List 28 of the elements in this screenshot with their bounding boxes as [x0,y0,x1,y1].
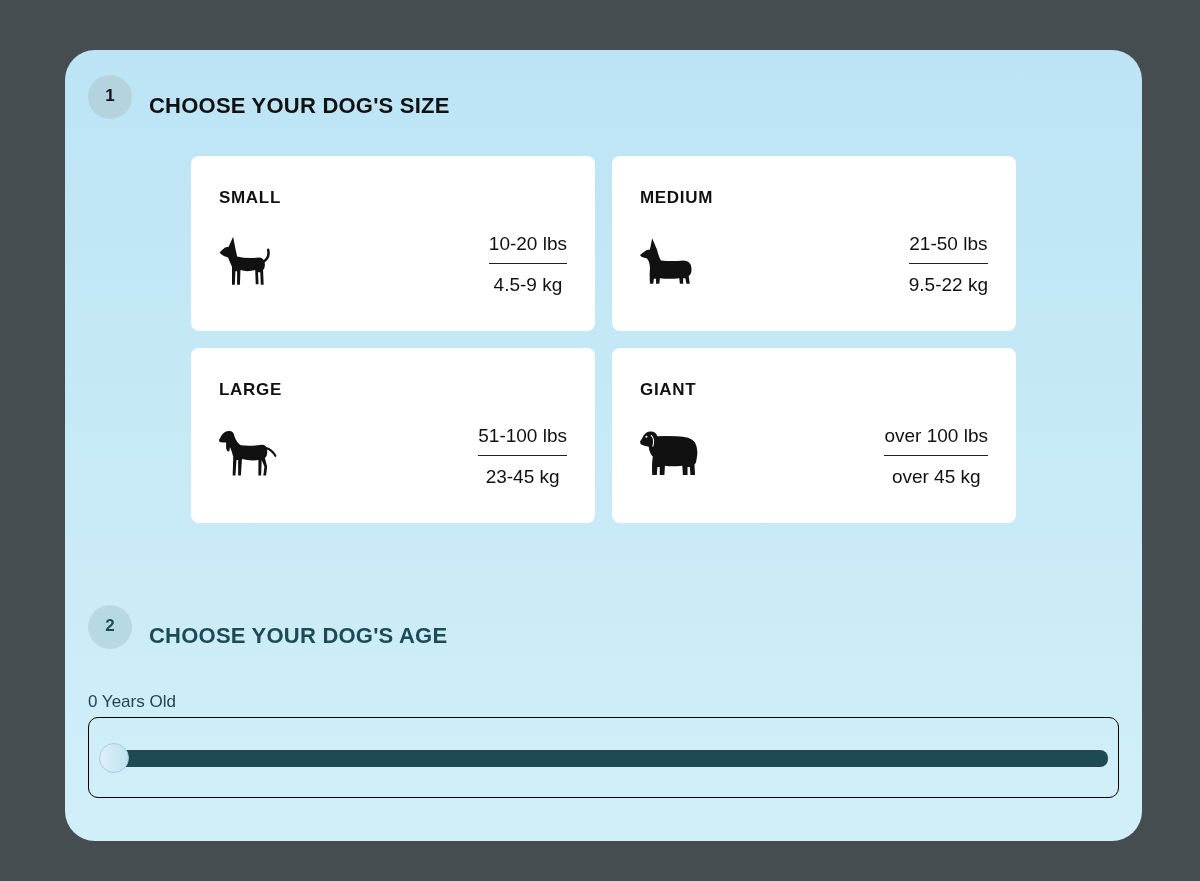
weight-lbs: 51-100 lbs [478,424,567,448]
small-dog-icon [219,235,271,286]
size-option-card[interactable]: SMALL 10-20 lbs 4.5-9 kg [191,156,595,331]
slider-thumb[interactable] [98,743,129,773]
size-label: SMALL [219,187,281,209]
age-reading: 0 Years Old [88,692,176,711]
weight-lbs: over 100 lbs [884,424,988,448]
step-heading: CHOOSE YOUR DOG'S SIZE [149,93,450,119]
size-option-card[interactable]: MEDIUM 21-50 lbs 9.5-22 kg [612,156,1016,331]
weight-kg: 9.5-22 kg [908,273,988,297]
weight-kg: over 45 kg [891,465,981,489]
size-label: GIANT [640,379,697,401]
size-option-card[interactable]: GIANT over 100 lbs over 45 kg [612,348,1016,523]
step-heading: CHOOSE YOUR DOG'S AGE [149,623,448,649]
size-label: LARGE [219,379,282,401]
giant-dog-icon [640,430,698,475]
step-number: 2 [88,605,132,649]
step-number: 1 [88,75,132,119]
slider-track[interactable] [125,749,1108,767]
size-option-card[interactable]: LARGE 51-100 lbs 23-45 kg [191,348,595,523]
weight-kg: 23-45 kg [485,465,560,489]
large-dog-icon [219,429,277,476]
size-label: MEDIUM [640,187,714,209]
weight-kg: 4.5-9 kg [493,273,563,297]
weight-lbs: 21-50 lbs [909,232,988,256]
weight-lbs: 10-20 lbs [488,232,567,256]
age-slider[interactable] [88,717,1119,798]
medium-dog-icon [640,237,692,284]
